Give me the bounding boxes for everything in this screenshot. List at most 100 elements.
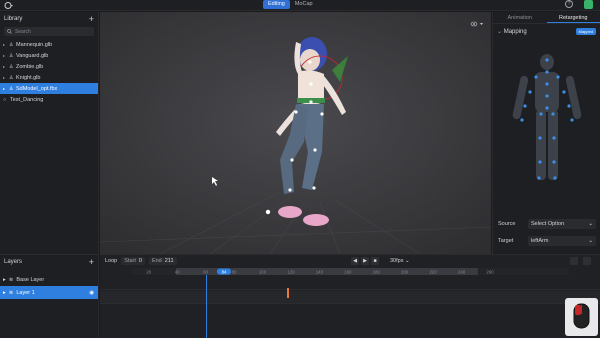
library-item-zombie[interactable]: ▸ ♙ Zombie.glb	[0, 61, 98, 72]
search-icon	[7, 29, 12, 34]
timeline-controls: Loop Start 0 End 211	[100, 255, 600, 267]
expand-caret-icon[interactable]: ▸	[3, 53, 7, 58]
user-avatar[interactable]	[584, 0, 593, 9]
add-layer-icon[interactable]: +	[89, 257, 94, 267]
ruler-tick-label: 20	[146, 269, 151, 274]
playhead-line	[206, 275, 207, 338]
ruler-tick-label: 200	[401, 269, 409, 274]
library-title: Library	[4, 16, 23, 22]
layers-title: Layers	[4, 259, 23, 265]
stop-button[interactable]: ■	[371, 257, 379, 265]
library-item-sdmodel[interactable]: ▸ ♙ SdModel_opt.fbx	[0, 83, 98, 94]
end-frame-field[interactable]: End 211	[148, 257, 177, 265]
library-item-label: Zombie.glb	[16, 63, 44, 70]
layer-label: Layer 1	[16, 289, 35, 296]
library-panel: Library + Search ▸ ♙ Mannequin.glb ▸ ♙ Vangu…	[0, 12, 99, 254]
eye-icon[interactable]: ◉	[89, 290, 94, 296]
start-label: Start	[124, 258, 136, 264]
keyframe-marker[interactable]	[287, 288, 289, 298]
body-mapping-figure[interactable]	[493, 40, 600, 210]
source-field: Source Select Option ⌄	[498, 219, 596, 229]
ruler-tick-label: 240	[458, 269, 466, 274]
library-search-input[interactable]: Search	[4, 27, 94, 36]
tab-editing[interactable]: Editing	[263, 0, 290, 9]
fps-select[interactable]: 30fps ⌄	[390, 257, 410, 265]
scene-canvas[interactable]	[100, 12, 491, 254]
layer-item-1[interactable]: ▸ ≋ Layer 1 ◉	[0, 286, 98, 299]
transport-controls: ◀ ▶ ■	[351, 257, 379, 265]
animation-icon: ○	[3, 96, 7, 103]
expand-caret-icon[interactable]: ▸	[3, 42, 7, 47]
mapping-title: Mapping	[503, 28, 527, 35]
ruler-tick-label: 160	[344, 269, 352, 274]
ruler-tick-label: 100	[259, 269, 267, 274]
expand-caret-icon[interactable]: ▸	[3, 277, 6, 283]
layer-item-base[interactable]: ▸ ≋ Base Layer	[0, 273, 98, 286]
layer-stack-icon: ≋	[8, 289, 14, 296]
library-item-label: SdModel_opt.fbx	[16, 85, 58, 92]
ruler-tick-label: 120	[287, 269, 295, 274]
loop-toggle[interactable]: Loop	[105, 258, 117, 264]
character-left-shoe	[278, 206, 302, 218]
source-select-value: Select Option	[531, 221, 565, 227]
mouse-icon	[573, 303, 590, 329]
library-item-label: Test_Dancing	[10, 96, 44, 103]
ruler-tick-label: 140	[316, 269, 324, 274]
timeline-tools	[570, 257, 591, 265]
library-item-label: Mannequin.glb	[16, 41, 53, 48]
character-head	[300, 49, 320, 71]
ruler-tick-label: 60	[203, 269, 208, 274]
layers-panel: Layers + ▸ ≋ Base Layer ▸ ≋ Layer 1 ◉	[0, 254, 99, 338]
start-frame-field[interactable]: Start 0	[121, 257, 145, 265]
mapped-toggle[interactable]: Mapped	[575, 27, 596, 35]
ruler-tick-label: 40	[175, 269, 180, 274]
expand-caret-icon[interactable]: ▸	[3, 86, 7, 91]
collapse-chevron-icon[interactable]: ⌄	[497, 29, 504, 35]
chevron-down-icon: ⌄	[588, 221, 593, 227]
character-right-shoe	[303, 214, 329, 226]
inspector-tabs: Animation Retargeting	[493, 12, 600, 24]
tab-retargeting[interactable]: Retargeting	[546, 12, 600, 23]
timeline-panel: Loop Start 0 End 211 ◀ ▶ ■ 30fps ⌄ 20 40 60 8…	[100, 254, 600, 338]
3d-viewport[interactable]	[100, 12, 491, 254]
tab-mocap[interactable]: MoCap	[290, 0, 318, 9]
chevron-down-icon: ⌄	[588, 238, 593, 244]
fps-value: 30fps	[390, 258, 404, 264]
character-icon: ♙	[9, 52, 14, 59]
help-icon[interactable]: ?	[565, 0, 573, 8]
app-logo-icon[interactable]	[4, 1, 14, 10]
target-label: Target	[498, 238, 514, 244]
library-item-vanguard[interactable]: ▸ ♙ Vanguard.glb	[0, 50, 98, 61]
ruler-tick-label: 180	[373, 269, 381, 274]
timeline-ruler[interactable]: 20 40 60 80 100 120 140 160 180 200 220 240 260 84	[100, 268, 600, 275]
library-header: Library +	[0, 12, 98, 26]
target-select[interactable]: leftArm ⌄	[528, 236, 596, 246]
top-bar: Editing MoCap ?	[0, 0, 600, 11]
settings-icon[interactable]	[583, 257, 591, 265]
source-select[interactable]: Select Option ⌄	[528, 219, 596, 229]
mode-tabs: Editing MoCap	[263, 0, 318, 9]
previous-frame-button[interactable]: ◀	[351, 257, 359, 265]
track-layer-1[interactable]	[100, 291, 600, 304]
filter-icon[interactable]	[570, 257, 578, 265]
tab-animation[interactable]: Animation	[493, 12, 547, 23]
library-item-mannequin[interactable]: ▸ ♙ Mannequin.glb	[0, 39, 98, 50]
library-item-test-dancing[interactable]: ○ Test_Dancing	[0, 94, 98, 105]
character-icon: ♙	[9, 41, 14, 48]
layers-header: Layers +	[0, 255, 98, 269]
start-value: 0	[138, 258, 142, 264]
layer-label: Base Layer	[16, 276, 45, 283]
add-asset-icon[interactable]: +	[89, 14, 94, 24]
expand-caret-icon[interactable]: ▸	[3, 64, 7, 69]
end-value: 211	[164, 258, 174, 264]
character-icon: ♙	[9, 74, 14, 81]
end-label: End	[151, 258, 162, 264]
search-placeholder: Search	[15, 28, 31, 35]
track-base-layer[interactable]	[100, 277, 600, 290]
expand-caret-icon[interactable]: ▸	[3, 75, 7, 80]
library-item-knight[interactable]: ▸ ♙ Knight.glb	[0, 72, 98, 83]
source-label: Source	[498, 221, 516, 227]
expand-caret-icon[interactable]: ▸	[3, 290, 6, 296]
inspector-panel: Animation Retargeting ⌄ Mapping Mapped S…	[492, 12, 600, 254]
play-button[interactable]: ▶	[361, 257, 369, 265]
